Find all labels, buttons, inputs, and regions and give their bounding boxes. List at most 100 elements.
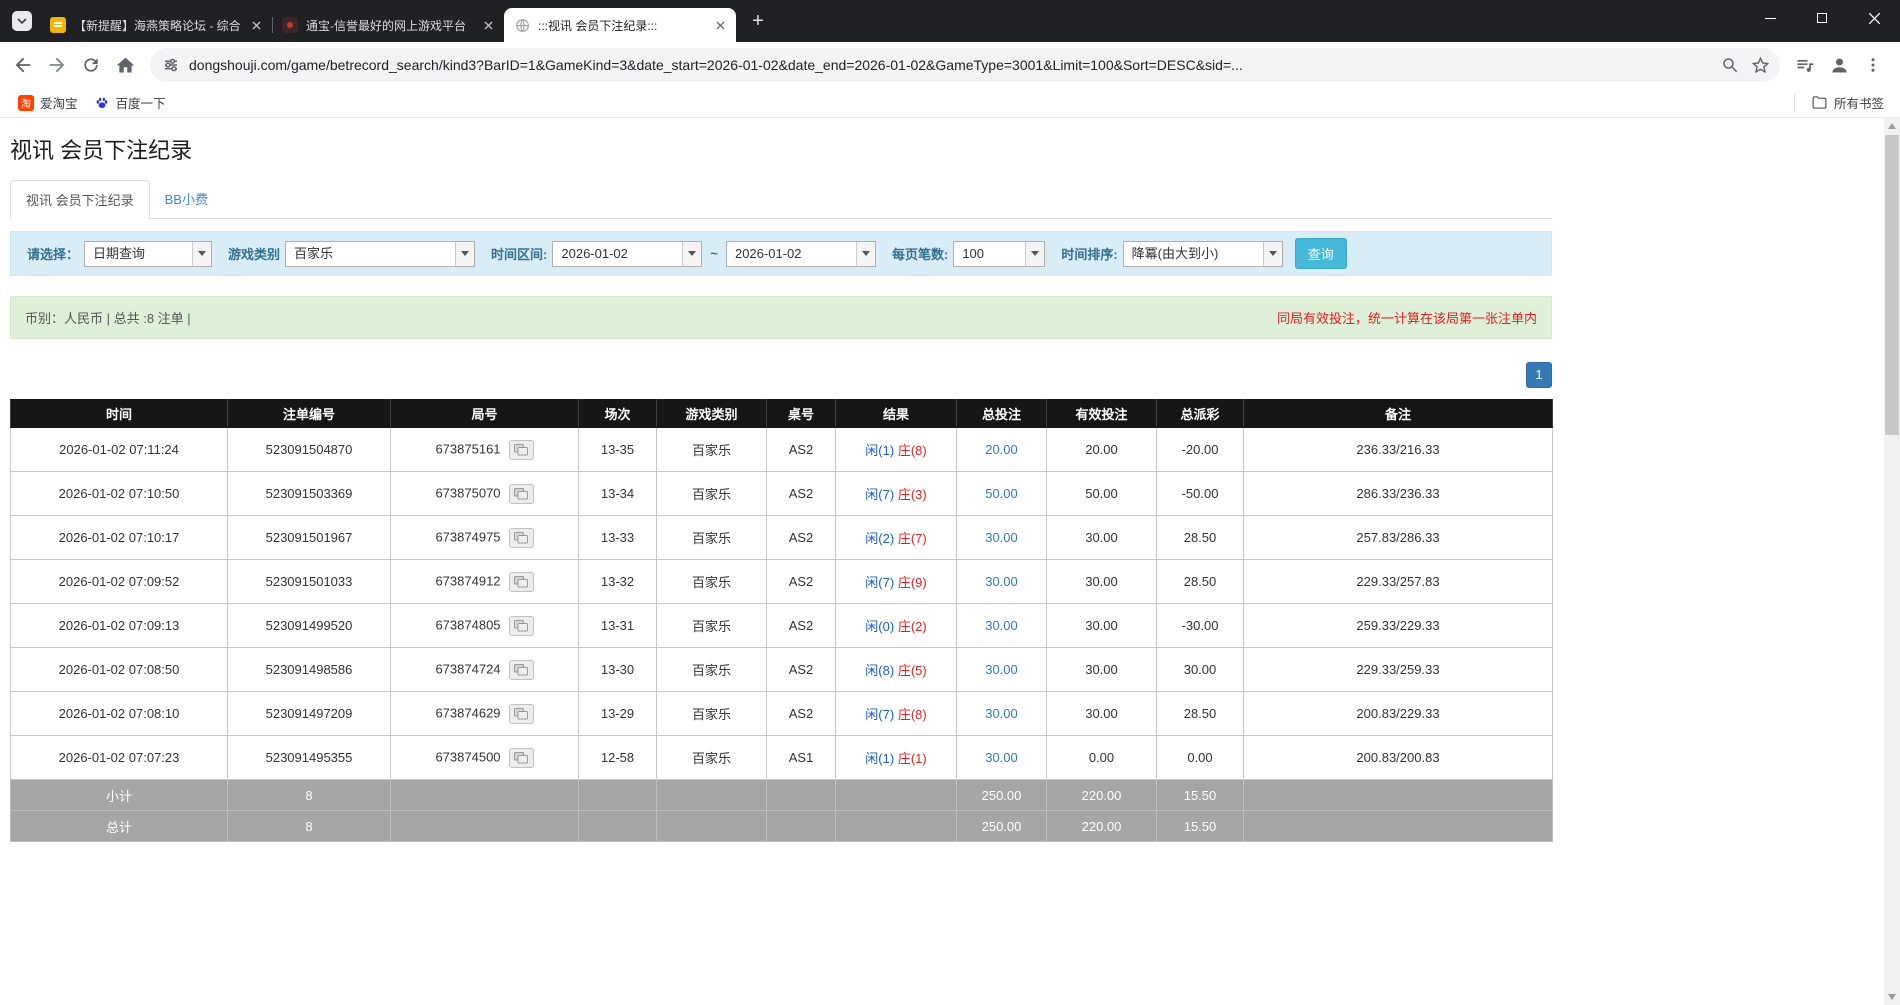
tab-close-icon[interactable] [480, 17, 496, 33]
cell-valid-bet: 0.00 [1047, 736, 1157, 780]
tab-close-icon[interactable] [248, 17, 264, 33]
cell-table-id: AS2 [767, 692, 836, 736]
cell-round: 673874912 [391, 560, 579, 604]
table-row: 2026-01-02 07:08:50523091498586673874724… [11, 648, 1553, 692]
cell-round: 673874629 [391, 692, 579, 736]
chevron-down-icon[interactable] [1263, 242, 1282, 266]
profile-icon [1829, 55, 1850, 76]
cell-note: 200.83/200.83 [1244, 736, 1553, 780]
tab-search-button[interactable] [12, 11, 32, 31]
menu-dots-icon [1864, 56, 1882, 74]
table-row: 2026-01-02 07:09:52523091501033673874912… [11, 560, 1553, 604]
browser-tab-active[interactable]: :::视讯 会员下注纪录::: [504, 8, 736, 42]
totals-valid-bet: 220.00 [1047, 780, 1157, 811]
site-settings-icon[interactable] [162, 56, 180, 74]
cell-time: 2026-01-02 07:11:24 [11, 428, 228, 472]
browser-tab[interactable]: 【新提醒】海燕策略论坛 - 综合 [40, 8, 272, 42]
round-replay-icon[interactable] [509, 704, 534, 724]
bookmark-star-icon[interactable] [1751, 56, 1770, 75]
result-banker: 庄(5) [898, 663, 927, 678]
per-page-label: 每页笔数: [892, 244, 948, 263]
total-bet-link[interactable]: 30.00 [985, 706, 1018, 721]
cell-bet-id: 523091501967 [228, 516, 391, 560]
total-bet-link[interactable]: 30.00 [985, 618, 1018, 633]
tab-betting-records[interactable]: 视讯 会员下注纪录 [10, 180, 150, 219]
cell-round: 673875070 [391, 472, 579, 516]
scroll-up-arrow[interactable] [1884, 118, 1900, 134]
home-button[interactable] [108, 48, 142, 82]
bookmark-taobao[interactable]: 淘 爱淘宝 [10, 90, 86, 115]
round-replay-icon[interactable] [509, 616, 534, 636]
back-button[interactable] [6, 48, 40, 82]
totals-empty-cell [1244, 811, 1553, 842]
game-type-select[interactable]: 百家乐 [285, 241, 475, 267]
scroll-down-arrow[interactable] [1884, 989, 1900, 1005]
total-bet-link[interactable]: 30.00 [985, 530, 1018, 545]
address-bar[interactable]: dongshouji.com/game/betrecord_search/kin… [150, 48, 1780, 82]
cell-note: 229.33/257.83 [1244, 560, 1553, 604]
column-header: 时间 [11, 400, 228, 428]
cell-bet-id: 523091495355 [228, 736, 391, 780]
cell-total-bet: 30.00 [957, 648, 1047, 692]
cell-round: 673875161 [391, 428, 579, 472]
totals-empty-cell [1244, 780, 1553, 811]
round-replay-icon[interactable] [509, 572, 534, 592]
cell-valid-bet: 30.00 [1047, 648, 1157, 692]
media-controls-button[interactable] [1788, 48, 1822, 82]
date-start-select[interactable]: 2026-01-02 [552, 241, 702, 267]
tab-close-icon[interactable] [712, 17, 728, 33]
cell-result: 闲(2) 庄(7) [836, 516, 957, 560]
page-scrollbar[interactable] [1884, 118, 1900, 1005]
reload-button[interactable] [74, 48, 108, 82]
cell-result: 闲(0) 庄(2) [836, 604, 957, 648]
total-bet-link[interactable]: 30.00 [985, 662, 1018, 677]
close-button[interactable] [1848, 0, 1900, 36]
round-replay-icon[interactable] [509, 440, 534, 460]
date-end-select[interactable]: 2026-01-02 [726, 241, 876, 267]
query-type-select[interactable]: 日期查询 [84, 241, 212, 267]
total-bet-link[interactable]: 20.00 [985, 442, 1018, 457]
total-bet-link[interactable]: 30.00 [985, 750, 1018, 765]
minimize-button[interactable] [1744, 0, 1796, 36]
tab-bb-tip[interactable]: BB小费 [150, 180, 223, 219]
all-bookmarks-button[interactable]: 所有书签 [1805, 90, 1890, 115]
chevron-down-icon[interactable] [856, 242, 875, 266]
cell-session: 13-34 [579, 472, 657, 516]
round-replay-icon[interactable] [509, 660, 534, 680]
bookmark-baidu[interactable]: 百度一下 [86, 90, 174, 115]
chevron-down-icon[interactable] [192, 242, 211, 266]
zoom-icon[interactable] [1721, 56, 1739, 74]
column-header: 总投注 [957, 400, 1047, 428]
round-replay-icon[interactable] [509, 484, 534, 504]
result-player: 闲(8) [865, 663, 894, 678]
per-page-select[interactable]: 100 [953, 241, 1045, 267]
chevron-down-icon[interactable] [682, 242, 701, 266]
chevron-down-icon[interactable] [455, 242, 474, 266]
round-replay-icon[interactable] [509, 528, 534, 548]
total-row: 总计8250.00220.0015.50 [11, 811, 1553, 842]
result-banker: 庄(1) [898, 751, 927, 766]
new-tab-button[interactable]: + [744, 7, 772, 35]
result-banker: 庄(9) [898, 575, 927, 590]
total-bet-link[interactable]: 30.00 [985, 574, 1018, 589]
round-number: 673874975 [435, 529, 500, 544]
round-replay-icon[interactable] [509, 748, 534, 768]
browser-tab[interactable]: 通宝-信誉最好的网上游戏平台 [272, 8, 504, 42]
totals-empty-cell [579, 811, 657, 842]
result-player: 闲(2) [865, 531, 894, 546]
round-number: 673875161 [435, 441, 500, 456]
profile-button[interactable] [1822, 48, 1856, 82]
scrollbar-thumb[interactable] [1885, 135, 1899, 435]
cell-table-id: AS2 [767, 428, 836, 472]
page-button-1[interactable]: 1 [1526, 362, 1552, 388]
forward-button[interactable] [40, 48, 74, 82]
total-bet-link[interactable]: 50.00 [985, 486, 1018, 501]
sort-select[interactable]: 降冪(由大到小) [1123, 241, 1283, 267]
chevron-down-icon[interactable] [1025, 242, 1044, 266]
site-favicon-icon [282, 17, 298, 33]
cell-result: 闲(8) 庄(5) [836, 648, 957, 692]
maximize-button[interactable] [1796, 0, 1848, 36]
menu-button[interactable] [1856, 48, 1890, 82]
search-button[interactable]: 查询 [1295, 238, 1347, 269]
cell-total-bet: 30.00 [957, 516, 1047, 560]
